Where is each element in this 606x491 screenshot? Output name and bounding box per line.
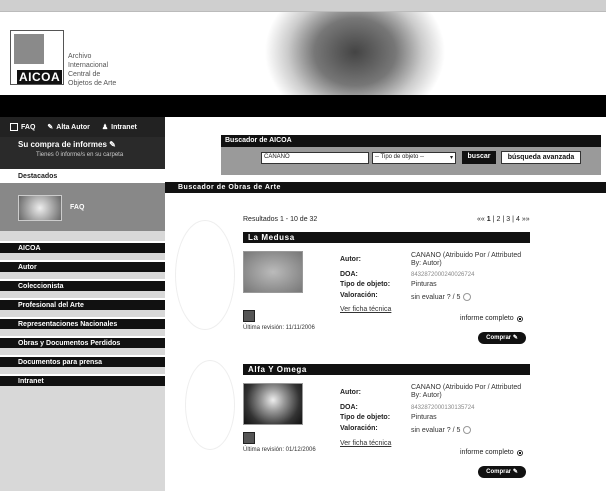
logo-square-icon [14, 34, 44, 64]
valoracion-value: sin evaluar ? / 5 [411, 426, 531, 435]
cart-panel[interactable]: Su compra de informes ✎ Tienes 0 informe… [0, 137, 165, 169]
pencil-icon: ✎ [109, 140, 116, 149]
pagination: «« 1 | 2 | 3 | 4 »» [477, 216, 530, 223]
last-revision: Última revisión: 01/12/2006 [243, 447, 316, 453]
logo-subtitle-line: Central de [68, 71, 101, 78]
pager-page[interactable]: 4 [516, 216, 520, 223]
nav-profesional[interactable]: Profesional del Arte [0, 298, 165, 310]
search-input[interactable]: CANANO [261, 152, 369, 164]
search-icon[interactable] [463, 426, 472, 434]
result-title[interactable]: Alfa Y Omega [243, 364, 530, 375]
nav-aicoa[interactable]: AICOA [0, 241, 165, 253]
header-black-bar [0, 95, 606, 117]
person-icon: ♟ [101, 124, 109, 131]
doa-value: 8432872000130135724⁠ [411, 405, 475, 411]
buy-label: Comprar [486, 335, 512, 341]
advanced-search-button[interactable]: búsqueda avanzada [501, 151, 581, 164]
radio-selected-icon[interactable] [516, 315, 523, 322]
cart-title: Su compra de informes ✎ [18, 140, 116, 149]
valoracion-text: sin evaluar ? / 5 [411, 426, 461, 434]
nav-representaciones[interactable]: Representaciones Nacionales [0, 317, 165, 329]
valoracion-label: Valoración: [340, 292, 378, 299]
doc-icon [10, 123, 18, 131]
tipo-value: Pinturas [411, 281, 437, 288]
result-thumbnail[interactable] [243, 251, 303, 293]
featured-image[interactable] [18, 195, 62, 221]
nav-coleccionista[interactable]: Coleccionista [0, 279, 165, 291]
pager-page[interactable]: 1 [487, 216, 491, 223]
logo-subtitle-line: Objetos de Arte [68, 80, 117, 87]
ficha-tecnica-link[interactable]: Ver ficha técnica [340, 306, 391, 313]
nav-obras-perdidos[interactable]: Obras y Documentos Perdidos [0, 336, 165, 348]
result-thumbnail[interactable] [243, 383, 303, 425]
tipo-value: Pinturas [411, 414, 437, 421]
featured-label[interactable]: FAQ [70, 204, 84, 211]
header-coins-image [260, 12, 606, 95]
last-revision: Última revisión: 11/11/2006 [243, 325, 315, 331]
complete-report-option[interactable]: informe completo [460, 449, 523, 456]
result-title[interactable]: La Medusa [243, 232, 530, 243]
chevron-down-icon: ▾ [449, 155, 453, 161]
faq-link-label: FAQ [21, 123, 36, 131]
search-icon[interactable] [463, 293, 472, 301]
buy-button[interactable]: Comprar ✎ [478, 466, 526, 478]
valoracion-text: sin evaluar ? / 5 [411, 293, 461, 301]
doa-value: 8432872000240026724⁠ [411, 272, 475, 278]
logo-text: AICOA [17, 70, 63, 84]
section-title: Buscador de Obras de Arte [165, 182, 606, 193]
pager-next[interactable]: »» [522, 216, 530, 223]
intranet-label: Intranet [111, 123, 137, 131]
buy-label: Comprar [486, 469, 512, 475]
doa-label: DOA: [340, 271, 358, 278]
decorative-circle [185, 360, 235, 450]
zoom-icon[interactable] [243, 310, 255, 322]
complete-report-label: informe completo [460, 315, 514, 322]
decorative-circle [175, 220, 235, 330]
cart-title-text: Su compra de informes [18, 140, 107, 149]
search-button[interactable]: buscar [462, 151, 496, 164]
faq-link[interactable]: FAQ [10, 123, 35, 131]
logo-subtitle-line: Archivo [68, 53, 92, 60]
autor-label: Autor: [340, 389, 361, 396]
ficha-tecnica-link[interactable]: Ver ficha técnica [340, 440, 391, 447]
doa-label: DOA: [340, 404, 358, 411]
pager-page[interactable]: 2 [497, 216, 501, 223]
autor-value: CANANO (Atribuido Por / Attributed By: A… [411, 252, 522, 267]
valoracion-value: sin evaluar ? / 5 [411, 293, 531, 302]
radio-selected-icon[interactable] [516, 449, 523, 456]
logo-subtitle-line: Internacional [68, 62, 109, 69]
tipo-label: Tipo de objeto: [340, 281, 391, 288]
logo-subtitle: Archivo Internacional Central de Objetos… [68, 52, 148, 88]
nav-autor[interactable]: Autor [0, 260, 165, 272]
autor-value: CANANO (Atribuido Por / Attributed By: A… [411, 384, 522, 399]
nav-documentos-prensa[interactable]: Documentos para prensa [0, 355, 165, 367]
results-summary: Resultados 1 - 10 de 32 [243, 216, 318, 223]
object-type-value: -- Tipo de objeto -- [375, 154, 425, 160]
top-links: FAQ ✎ Alta Autor ♟ Intranet [0, 117, 165, 137]
feather-icon: ✎ [47, 124, 54, 131]
buy-button[interactable]: Comprar ✎ [478, 332, 526, 344]
tipo-label: Tipo de objeto: [340, 414, 391, 421]
autor-label: Autor: [340, 256, 361, 263]
complete-report-label: informe completo [460, 449, 514, 456]
pager-page[interactable]: 3 [506, 216, 510, 223]
featured-header: Destacados [0, 169, 165, 183]
pager-prev[interactable]: «« [477, 216, 485, 223]
zoom-icon[interactable] [243, 432, 255, 444]
valoracion-label: Valoración: [340, 425, 378, 432]
search-title: Buscador de AICOA [221, 135, 601, 147]
top-strip [0, 0, 606, 12]
nav-intranet[interactable]: Intranet [0, 374, 165, 386]
complete-report-option[interactable]: informe completo [460, 315, 523, 322]
object-type-select[interactable]: -- Tipo de objeto -- ▾ [372, 152, 456, 164]
intranet-link[interactable]: ♟ Intranet [101, 123, 137, 132]
alta-autor-label: Alta Autor [56, 123, 90, 131]
alta-autor-link[interactable]: ✎ Alta Autor [47, 123, 90, 132]
cart-status: Tienes 0 informe/s en su carpeta [36, 152, 124, 158]
